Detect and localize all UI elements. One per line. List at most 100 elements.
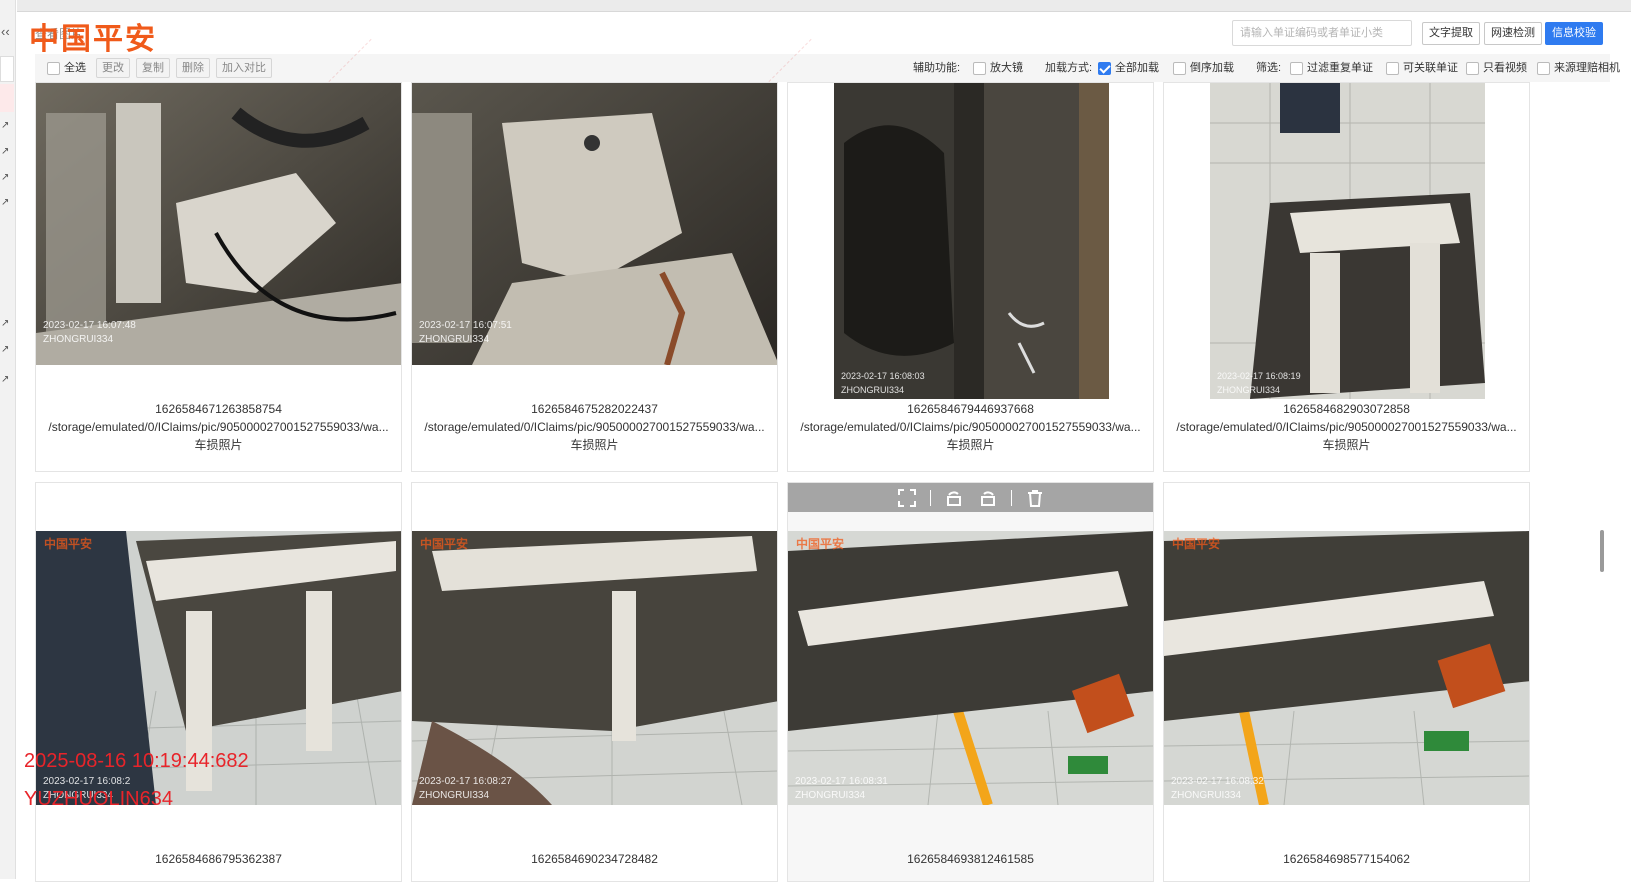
stamp-time: 2023-02-17 16:08:31 <box>795 776 888 787</box>
network-test-button[interactable]: 网速检测 <box>1484 22 1542 45</box>
load-all-checkbox[interactable]: 全部加载 <box>1098 59 1159 75</box>
photo-timestamp: 2023-02-17 16:08:19 ZHONGRUI334 <box>1217 369 1301 397</box>
photo-card[interactable]: 2023-02-17 16:07:51 ZHONGRUI334 16265846… <box>411 82 778 472</box>
brand-logo-mini: 中国平安 <box>1172 537 1221 551</box>
screen-user-overlay: YUZHUOLIN634 <box>24 788 173 810</box>
damage-photo[interactable]: 2023-02-17 16:08:03 ZHONGRUI334 <box>834 83 1109 399</box>
text-extract-button[interactable]: 文字提取 <box>1422 22 1480 45</box>
stamp-time: 2023-02-17 16:08:2 <box>43 776 131 787</box>
vertical-scrollbar[interactable] <box>1598 82 1606 879</box>
load-reverse-checkbox[interactable]: 倒序加载 <box>1173 59 1234 75</box>
photo-id: 1626584686795362387 <box>155 852 282 866</box>
info-verify-button[interactable]: 信息校验 <box>1545 22 1603 45</box>
damage-photo[interactable]: 中国平安 2023-02-17 16:08:32 ZHONGRUI334 <box>1164 531 1529 805</box>
edit-button[interactable]: 更改 <box>96 58 130 78</box>
photo-timestamp: 2023-02-17 16:08:03 ZHONGRUI334 <box>841 369 925 397</box>
photo-card[interactable]: 中国平安 2023-02-17 16:08:2 ZHONGRUI334 1626… <box>35 482 402 882</box>
damage-photo[interactable]: 中国平安 2023-02-17 16:08:27 ZHONGRUI334 <box>412 531 777 805</box>
collapse-icon[interactable]: ‹‹ <box>1 24 10 39</box>
stamp-user: ZHONGRUI334 <box>1171 790 1242 801</box>
copy-button[interactable]: 复制 <box>136 58 170 78</box>
photo-toolbar: 全选 更改 复制 删除 加入对比 辅助功能: 放大镜 加载方式: 全部加载 倒序… <box>35 54 1620 82</box>
source-camera-checkbox[interactable]: 来源理赔相机 <box>1537 59 1620 75</box>
photo-id: 1626584675282022437 <box>531 402 658 416</box>
photo-timestamp: 2023-02-17 16:07:51 ZHONGRUI334 <box>419 319 512 347</box>
brand-logo-mini: 中国平安 <box>420 537 469 551</box>
photo-card[interactable]: 2023-02-17 16:08:19 ZHONGRUI334 16265846… <box>1163 82 1530 472</box>
source-camera-label: 来源理赔相机 <box>1554 62 1620 74</box>
trash-icon[interactable] <box>1024 487 1046 509</box>
damage-photo[interactable]: 中国平安 2023-02-17 16:08:31 ZHONGRUI334 <box>788 531 1153 805</box>
left-sidebar: ‹‹ ↗ ↗ ↗ ↗ ↗ ↗ ↗ <box>0 0 16 879</box>
photo-card[interactable]: 中国平安 2023-02-17 16:08:27 ZHONGRUI334 162… <box>411 482 778 882</box>
rotate-left-icon[interactable] <box>943 487 965 509</box>
damage-photo[interactable]: 2023-02-17 16:08:19 ZHONGRUI334 <box>1210 83 1485 399</box>
external-link-icon[interactable]: ↗ <box>1 197 9 208</box>
stamp-user: ZHONGRUI334 <box>795 790 866 801</box>
magnifier-checkbox[interactable]: 放大镜 <box>973 59 1023 75</box>
stamp-user: ZHONGRUI334 <box>419 334 490 345</box>
delete-button[interactable]: 删除 <box>176 58 210 78</box>
scrollbar-thumb[interactable] <box>1600 530 1604 572</box>
external-link-icon[interactable]: ↗ <box>1 120 9 131</box>
stamp-time: 2023-02-17 16:07:51 <box>419 320 512 331</box>
select-all-label: 全选 <box>64 62 86 74</box>
video-only-checkbox[interactable]: 只看视频 <box>1466 59 1527 75</box>
brand-logo-mini: 中国平安 <box>44 537 93 551</box>
linkable-label: 可关联单证 <box>1403 62 1458 74</box>
photo-type: 车损照片 <box>946 438 995 452</box>
photo-type: 车损照片 <box>570 438 619 452</box>
external-link-icon[interactable]: ↗ <box>1 374 9 385</box>
photo-card[interactable]: 2023-02-17 16:07:48 ZHONGRUI334 16265846… <box>35 82 402 472</box>
photo-timestamp: 2023-02-17 16:08:32 ZHONGRUI334 <box>1171 775 1264 803</box>
photo-card[interactable]: 中国平安 2023-02-17 16:08:31 ZHONGRUI334 162… <box>787 482 1154 882</box>
damage-photo[interactable]: 2023-02-17 16:07:48 ZHONGRUI334 <box>36 83 401 365</box>
select-all-checkbox[interactable]: 全选 <box>47 59 86 75</box>
photo-id: 1626584693812461585 <box>907 852 1034 866</box>
stamp-time: 2023-02-17 16:08:19 <box>1217 371 1301 381</box>
photo-timestamp: 2023-02-17 16:07:48 ZHONGRUI334 <box>43 319 136 347</box>
add-to-compare-button[interactable]: 加入对比 <box>216 58 272 78</box>
load-all-label: 全部加载 <box>1115 62 1159 74</box>
damage-photo[interactable]: 2023-02-17 16:07:51 ZHONGRUI334 <box>412 83 777 365</box>
photo-path: /storage/emulated/0/IClaims/pic/90500002… <box>48 420 389 434</box>
photo-type: 车损照片 <box>194 438 243 452</box>
filter-dupes-checkbox[interactable]: 过滤重复单证 <box>1290 59 1373 75</box>
stamp-user: ZHONGRUI334 <box>419 790 490 801</box>
photo-timestamp: 2023-02-17 16:08:31 ZHONGRUI334 <box>795 775 888 803</box>
photo-card[interactable]: 2023-02-17 16:08:03 ZHONGRUI334 16265846… <box>787 82 1154 472</box>
load-mode-label: 加载方式: <box>1045 62 1093 74</box>
load-reverse-label: 倒序加载 <box>1190 62 1234 74</box>
brand-logo: 中国平安 <box>29 22 157 57</box>
document-search-input[interactable] <box>1232 20 1412 46</box>
screen-timestamp-overlay: 2025-08-16 10:19:44:682 <box>24 750 249 772</box>
image-action-bar <box>788 483 1153 512</box>
stamp-time: 2023-02-17 16:08:27 <box>419 776 512 787</box>
photo-card[interactable]: 中国平安 2023-02-17 16:08:32 ZHONGRUI334 162… <box>1163 482 1530 882</box>
fullscreen-icon[interactable] <box>896 487 918 509</box>
sidebar-search-icon[interactable] <box>0 56 14 82</box>
photo-id: 1626584679446937668 <box>907 402 1034 416</box>
sidebar-active-item[interactable] <box>0 84 14 112</box>
brand-logo-mini: 中国平安 <box>796 537 845 551</box>
stamp-user: ZHONGRUI334 <box>1217 385 1281 395</box>
divider <box>1010 489 1012 506</box>
filter-dupes-label: 过滤重复单证 <box>1307 62 1373 74</box>
magnifier-label: 放大镜 <box>990 62 1023 74</box>
stamp-time: 2023-02-17 16:08:32 <box>1171 776 1264 787</box>
header: 查看图片 中国平安 文字提取 网速检测 信息校验 <box>17 12 1610 57</box>
stamp-time: 2023-02-17 16:07:48 <box>43 320 136 331</box>
stamp-user: ZHONGRUI334 <box>43 334 114 345</box>
filter-label: 筛选: <box>1256 62 1282 74</box>
linkable-checkbox[interactable]: 可关联单证 <box>1386 59 1458 75</box>
photo-type: 车损照片 <box>1322 438 1371 452</box>
photo-path: /storage/emulated/0/IClaims/pic/90500002… <box>424 420 765 434</box>
rotate-right-icon[interactable] <box>977 487 999 509</box>
photo-id: 1626584671263858754 <box>155 402 282 416</box>
external-link-icon[interactable]: ↗ <box>1 344 9 355</box>
external-link-icon[interactable]: ↗ <box>1 172 9 183</box>
external-link-icon[interactable]: ↗ <box>1 318 9 329</box>
divider <box>929 489 931 506</box>
external-link-icon[interactable]: ↗ <box>1 146 9 157</box>
photo-id: 1626584690234728482 <box>531 852 658 866</box>
